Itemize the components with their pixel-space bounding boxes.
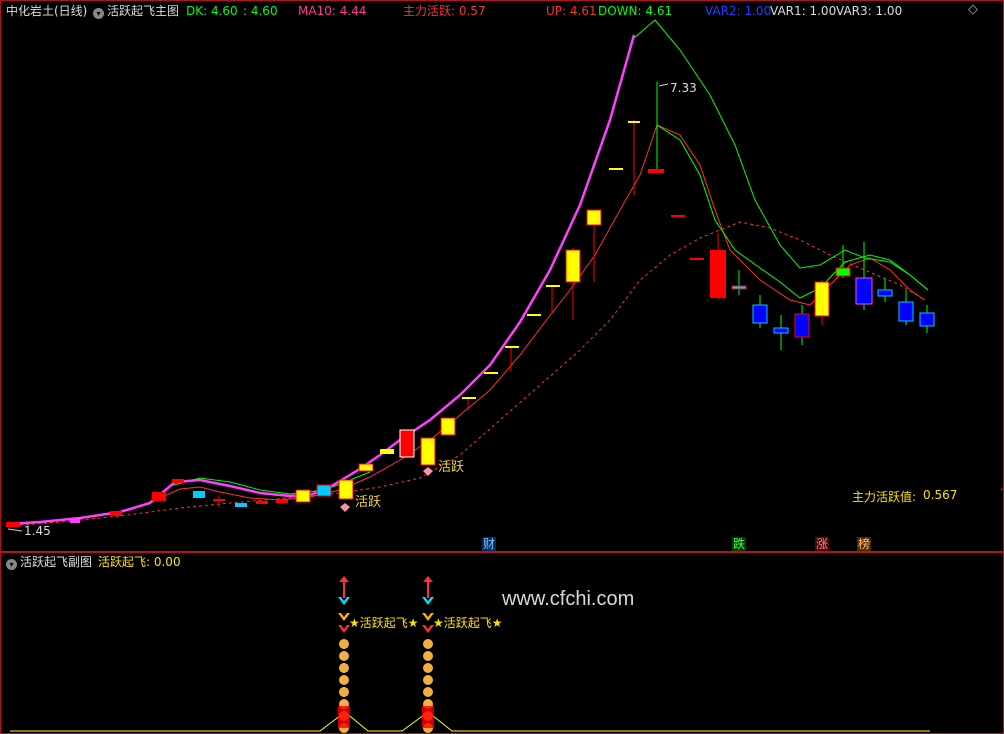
candle <box>420 437 436 466</box>
var2-label: VAR2: 1.00 <box>705 4 772 18</box>
candle <box>440 417 456 436</box>
candle <box>172 479 184 483</box>
up-label: UP: 4.61 <box>546 4 597 18</box>
sub-indicator-name: 活跃起飞副图 <box>20 555 93 569</box>
green-ma-line-mid <box>656 124 929 299</box>
var1-label: VAR1: 1.00 <box>770 4 837 18</box>
marker-bang[interactable]: 榜 <box>857 537 872 551</box>
candle <box>6 522 20 527</box>
zhuli-label: 主力活跃: 0.57 <box>403 4 486 18</box>
candles <box>6 82 935 527</box>
candle <box>152 492 166 501</box>
dashed-ma-line <box>7 221 926 527</box>
candle <box>316 484 332 497</box>
candle <box>380 449 394 454</box>
active-value: 0.567 <box>923 488 958 502</box>
ma10-label: MA10: 4.44 <box>298 4 367 18</box>
low-pointer <box>7 528 23 532</box>
signal-text: ★活跃起飞★ <box>433 616 503 630</box>
dk2-label: : 4.60 <box>243 4 278 18</box>
main-header: 中化岩土(日线) <box>6 3 87 19</box>
sub-panel-border <box>0 552 1004 734</box>
high-price-label: 7.33 <box>670 81 697 95</box>
watermark: www.cfchi.com <box>502 588 635 610</box>
var3-label: VAR3: 1.00 <box>836 4 903 18</box>
main-panel-border <box>0 0 1004 552</box>
candle <box>295 489 311 503</box>
circle-chevron-icon[interactable]: ▾ <box>6 559 17 570</box>
candle <box>256 501 268 504</box>
signal-column-2 <box>422 576 434 733</box>
candle <box>235 503 247 507</box>
diamond-icon[interactable]: ◇ <box>968 2 978 17</box>
green-ma-line-top <box>633 19 929 291</box>
magenta-line <box>7 34 636 526</box>
candle <box>70 518 80 523</box>
low-price-label: 1.45 <box>24 524 51 538</box>
sub-baseline <box>10 711 930 732</box>
stock-title[interactable]: 中化岩土(日线) <box>6 4 87 18</box>
candle <box>276 500 288 503</box>
down-label: DOWN: 4.61 <box>598 4 673 18</box>
active-tag: 活跃 <box>438 460 465 475</box>
sub-value-label: 活跃起飞: 0.00 <box>98 555 181 569</box>
diamond-icon <box>340 503 350 512</box>
sub-indicator-selector[interactable]: ▾ 活跃起飞副图 <box>6 554 92 570</box>
dk-label: DK: 4.60 <box>186 4 238 18</box>
indicator-selector[interactable]: ▾ 活跃起飞主图 <box>93 3 179 19</box>
active-value-label: 主力活跃值: <box>852 490 917 504</box>
signal-text: ★活跃起飞★ <box>349 616 419 630</box>
high-pointer <box>658 83 669 87</box>
candle <box>338 479 354 500</box>
indicator-name: 活跃起飞主图 <box>107 4 180 18</box>
marker-zhang[interactable]: 涨 <box>815 537 830 551</box>
marker-cai[interactable]: 财 <box>482 537 497 551</box>
circle-chevron-icon[interactable]: ▾ <box>93 8 104 19</box>
diamond-icon <box>423 467 433 476</box>
marker-die[interactable]: 跌 <box>732 537 747 551</box>
candle <box>399 429 415 458</box>
active-tag: 活跃 <box>355 495 382 510</box>
candle <box>358 463 374 472</box>
signal-column-1 <box>338 576 350 733</box>
candle <box>110 511 122 516</box>
candle <box>193 491 205 498</box>
red-ma-line <box>7 124 926 525</box>
